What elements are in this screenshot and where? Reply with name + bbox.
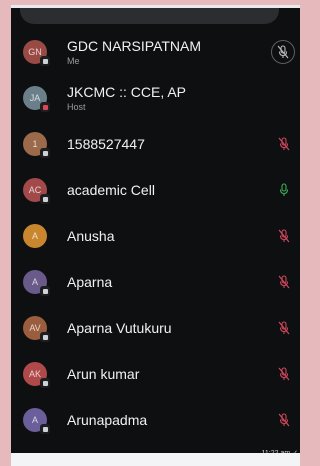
avatar-initials: GN	[28, 47, 42, 57]
participant-text: 1588527447	[67, 136, 300, 153]
participant-name: academic Cell	[67, 181, 155, 198]
device-badge-icon	[40, 56, 50, 66]
participant-name: Anusha	[67, 227, 115, 244]
bottom-edge	[11, 453, 300, 466]
participant-text: Aparna Vutukuru	[67, 320, 300, 337]
device-badge-icon	[40, 286, 50, 296]
search-bar[interactable]	[20, 8, 279, 24]
device-badge-icon	[40, 378, 50, 388]
avatar-initials: 1	[32, 139, 38, 149]
avatar: A	[23, 270, 50, 296]
avatar-initials: JA	[29, 93, 41, 103]
participant-text: Arun kumar	[67, 366, 300, 383]
avatar-initials: AC	[28, 185, 42, 195]
mic-muted-icon	[278, 367, 290, 381]
device-badge-icon	[40, 148, 50, 158]
mute-toggle-button[interactable]	[271, 40, 295, 64]
participant-row[interactable]: A Anusha	[11, 213, 300, 259]
avatar: A	[23, 408, 50, 434]
participant-text: Arunapadma	[67, 412, 300, 429]
avatar-initials: AV	[29, 323, 41, 333]
participant-text: Anusha	[67, 228, 300, 245]
participant-text: academic Cell	[67, 182, 300, 199]
participant-row[interactable]: AV Aparna Vutukuru	[11, 305, 300, 351]
participant-text: GDC NARSIPATNAM Me	[67, 38, 300, 67]
avatar-initials: A	[31, 415, 38, 425]
participant-name: Arun kumar	[67, 365, 140, 382]
avatar: 1	[23, 132, 50, 158]
mic-on-icon	[278, 183, 290, 197]
participant-list: GN GDC NARSIPATNAM Me JA JKCMC :: CCE, AP Ho…	[11, 29, 300, 443]
avatar: JA	[23, 86, 50, 112]
avatar: A	[23, 224, 47, 248]
participant-role: Host	[67, 101, 86, 112]
participant-row[interactable]: A Arunapadma	[11, 397, 300, 443]
participant-row[interactable]: AK Arun kumar	[11, 351, 300, 397]
mic-muted-icon	[278, 275, 290, 289]
device-badge-icon	[40, 194, 50, 204]
device-badge-icon	[40, 332, 50, 342]
avatar-initials: AK	[28, 369, 41, 379]
participant-role: Me	[67, 55, 80, 66]
mic-muted-icon	[278, 137, 290, 151]
participant-name: JKCMC :: CCE, AP	[67, 83, 187, 100]
participant-text: JKCMC :: CCE, AP Host	[67, 84, 300, 113]
participant-text: Aparna	[67, 274, 300, 291]
mic-muted-icon	[278, 413, 290, 427]
participant-row[interactable]: 1 1588527447	[11, 121, 300, 167]
host-badge-icon	[40, 102, 50, 112]
meeting-participants-panel: GN GDC NARSIPATNAM Me JA JKCMC :: CCE, AP Ho…	[11, 5, 300, 461]
participant-row[interactable]: A Aparna	[11, 259, 300, 305]
participant-name: Aparna	[67, 273, 113, 290]
participant-row[interactable]: GN GDC NARSIPATNAM Me	[11, 29, 300, 75]
participant-name: GDC NARSIPATNAM	[67, 37, 202, 54]
avatar: GN	[23, 40, 50, 66]
avatar: AC	[23, 178, 50, 204]
avatar-initials: A	[31, 277, 38, 287]
device-badge-icon	[40, 424, 50, 434]
avatar: AK	[23, 362, 50, 388]
participant-name: Aparna Vutukuru	[67, 319, 172, 336]
participant-row[interactable]: JA JKCMC :: CCE, AP Host	[11, 75, 300, 121]
mic-muted-icon	[278, 229, 290, 243]
participant-row[interactable]: AC academic Cell	[11, 167, 300, 213]
participant-name: Arunapadma	[67, 411, 148, 428]
mic-muted-icon	[278, 321, 290, 335]
participant-name: 1588527447	[67, 135, 145, 152]
avatar: AV	[23, 316, 50, 342]
mic-muted-icon	[277, 45, 289, 59]
avatar-initials: A	[31, 231, 38, 241]
